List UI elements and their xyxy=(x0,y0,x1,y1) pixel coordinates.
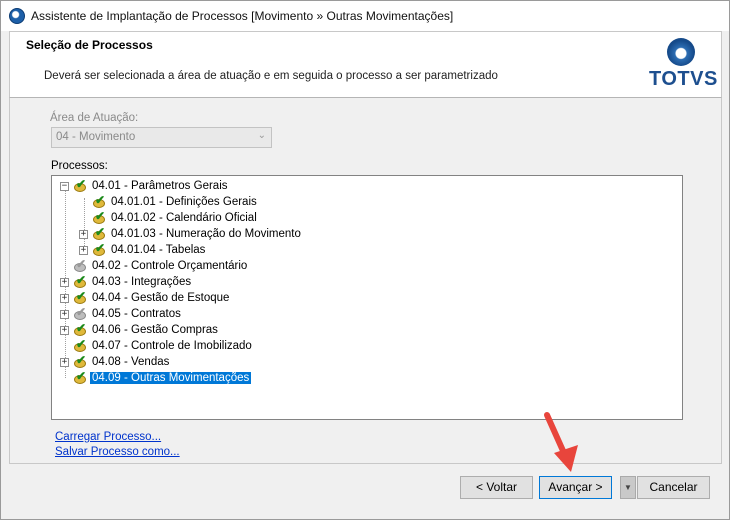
page-subtitle: Deverá ser selecionada a área de atuação… xyxy=(44,70,498,82)
check-icon[interactable]: ✔ xyxy=(92,193,106,209)
collapse-icon[interactable]: − xyxy=(60,181,69,191)
totvs-logo: TOTVS xyxy=(649,36,718,92)
tree-item-label: 04.01.02 - Calendário Oficial xyxy=(111,212,257,224)
page-title: Seleção de Processos xyxy=(26,38,153,52)
totvs-logo-icon xyxy=(667,38,695,66)
tree-item-label: 04.01.04 - Tabelas xyxy=(111,244,206,256)
tree-item[interactable]: + ✔ 04.05 - Contratos xyxy=(60,305,183,322)
tree-item-label: 04.07 - Controle de Imobilizado xyxy=(92,340,252,352)
wizard-body: Área de Atuação: 04 - Movimento ⌄ Proces… xyxy=(9,98,722,464)
wizard-footer: < Voltar Avançar > ▼ Cancelar xyxy=(9,464,722,512)
tree-item[interactable]: + ✔ 04.03 - Integrações xyxy=(60,273,193,290)
tree-item[interactable]: ✔ 04.01.01 - Definições Gerais xyxy=(79,193,259,210)
processes-label: Processos: xyxy=(51,160,108,172)
tree-item[interactable]: + ✔ 04.08 - Vendas xyxy=(60,353,171,370)
tree-item[interactable]: ✔ 04.01.02 - Calendário Oficial xyxy=(79,209,259,226)
expand-icon[interactable]: + xyxy=(60,309,69,319)
tree-item-label: 04.06 - Gestão Compras xyxy=(92,324,218,336)
process-tree[interactable]: − ✔ 04.01 - Parâmetros Gerais ✔ 04.01.01 - D… xyxy=(51,175,683,420)
tree-item[interactable]: − ✔ 04.01 - Parâmetros Gerais xyxy=(60,177,230,194)
check-icon[interactable]: ✔ xyxy=(73,273,87,289)
check-icon[interactable]: ✔ xyxy=(73,369,87,385)
tree-item[interactable]: + ✔ 04.06 - Gestão Compras xyxy=(60,321,220,338)
wizard-header: Seleção de Processos Deverá ser selecion… xyxy=(9,31,722,98)
tree-item-label: 04.05 - Contratos xyxy=(92,308,181,320)
tree-item[interactable]: ✔ 04.09 - Outras Movimentações xyxy=(60,369,253,386)
title-bar: Assistente de Implantação de Processos [… xyxy=(1,1,729,31)
window-title: Assistente de Implantação de Processos [… xyxy=(31,9,454,23)
next-button[interactable]: Avançar > xyxy=(539,476,612,499)
back-button[interactable]: < Voltar xyxy=(460,476,533,499)
check-icon[interactable]: ✔ xyxy=(73,353,87,369)
check-icon[interactable]: ✔ xyxy=(73,321,87,337)
partial-check-icon[interactable]: ✔ xyxy=(73,257,87,273)
tree-item-label: 04.01 - Parâmetros Gerais xyxy=(92,180,228,192)
tree-item-label: 04.04 - Gestão de Estoque xyxy=(92,292,230,304)
tree-item-label: 04.01.01 - Definições Gerais xyxy=(111,196,257,208)
check-icon[interactable]: ✔ xyxy=(92,225,106,241)
expand-icon[interactable]: + xyxy=(60,357,69,367)
tree-item-label: 04.02 - Controle Orçamentário xyxy=(92,260,248,272)
check-icon[interactable]: ✔ xyxy=(73,337,87,353)
area-label: Área de Atuação: xyxy=(50,112,139,124)
save-process-link[interactable]: Salvar Processo como... xyxy=(55,446,180,458)
dropdown-arrow-icon[interactable]: ▼ xyxy=(620,476,636,499)
wizard-window: Assistente de Implantação de Processos [… xyxy=(0,0,730,520)
check-icon[interactable]: ✔ xyxy=(73,289,87,305)
tree-item-label: 04.09 - Outras Movimentações xyxy=(88,371,253,385)
chevron-down-icon: ⌄ xyxy=(257,130,266,141)
load-process-link[interactable]: Carregar Processo... xyxy=(55,431,161,443)
area-select-value: 04 - Movimento xyxy=(56,131,136,143)
tree-item-label: 04.01.03 - Numeração do Movimento xyxy=(111,228,301,240)
tree-item-label: 04.08 - Vendas xyxy=(92,356,170,368)
tree-item[interactable]: + ✔ 04.01.04 - Tabelas xyxy=(79,241,207,258)
tree-item[interactable]: + ✔ 04.01.03 - Numeração do Movimento xyxy=(79,225,303,242)
expand-icon[interactable]: + xyxy=(79,245,88,255)
check-icon[interactable]: ✔ xyxy=(92,209,106,225)
tree-item[interactable]: ✔ 04.02 - Controle Orçamentário xyxy=(60,257,249,274)
check-icon[interactable]: ✔ xyxy=(73,177,87,193)
area-select[interactable]: 04 - Movimento ⌄ xyxy=(51,127,272,148)
tree-item[interactable]: + ✔ 04.04 - Gestão de Estoque xyxy=(60,289,231,306)
tree-item-label: 04.03 - Integrações xyxy=(92,276,192,288)
cancel-button[interactable]: Cancelar xyxy=(637,476,710,499)
tree-item[interactable]: ✔ 04.07 - Controle de Imobilizado xyxy=(60,337,254,354)
partial-check-icon[interactable]: ✔ xyxy=(73,305,87,321)
expand-icon[interactable]: + xyxy=(60,293,69,303)
totvs-logo-text: TOTVS xyxy=(649,68,718,90)
expand-icon[interactable]: + xyxy=(79,229,88,239)
expand-icon[interactable]: + xyxy=(60,277,69,287)
check-icon[interactable]: ✔ xyxy=(92,241,106,257)
expand-icon[interactable]: + xyxy=(60,325,69,335)
app-icon xyxy=(9,8,25,24)
